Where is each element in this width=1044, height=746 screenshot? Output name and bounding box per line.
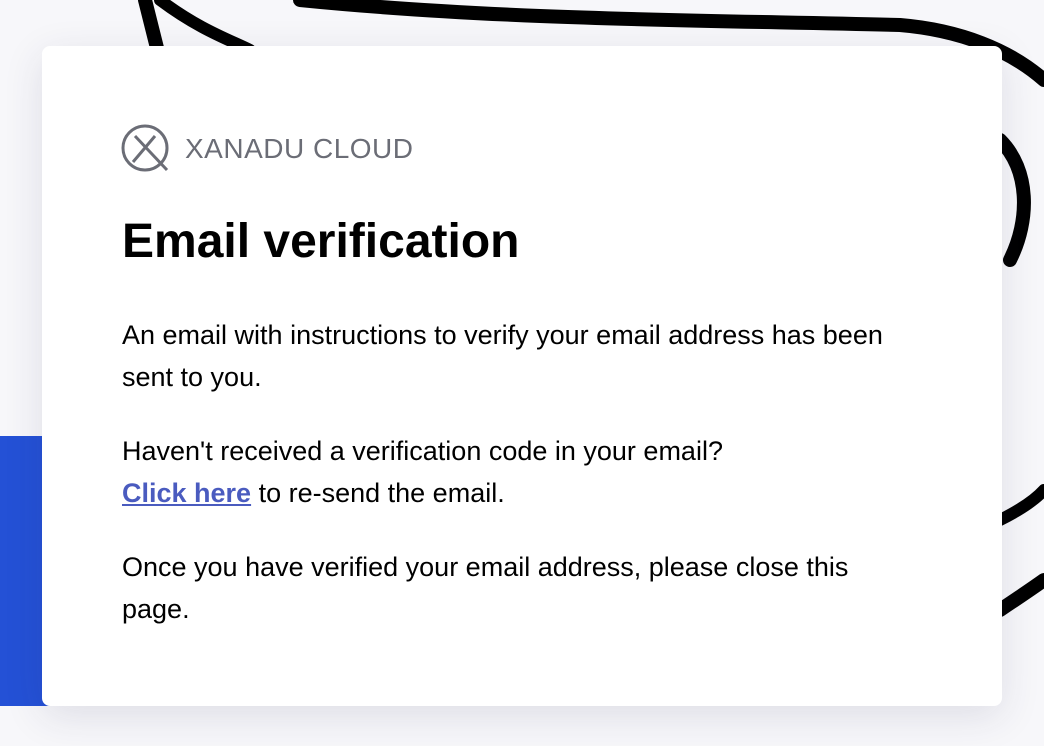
resend-suffix: to re-send the email.	[251, 478, 505, 508]
close-page-note: Once you have verified your email addres…	[122, 552, 849, 624]
resend-paragraph: Haven't received a verification code in …	[122, 430, 922, 514]
xanadu-x-circle-icon	[121, 124, 169, 172]
page-title: Email verification	[122, 215, 520, 268]
resend-question: Haven't received a verification code in …	[122, 436, 723, 466]
brand-header: XANADU CLOUD	[121, 124, 922, 174]
brand-name: XANADU CLOUD	[185, 133, 414, 164]
verification-card: XANADU CLOUD Email verification An email…	[42, 46, 1002, 706]
page-background: XANADU CLOUD Email verification An email…	[0, 0, 1044, 746]
instructions-text: An email with instructions to verify you…	[122, 320, 883, 392]
resend-email-link[interactable]: Click here	[122, 478, 251, 508]
